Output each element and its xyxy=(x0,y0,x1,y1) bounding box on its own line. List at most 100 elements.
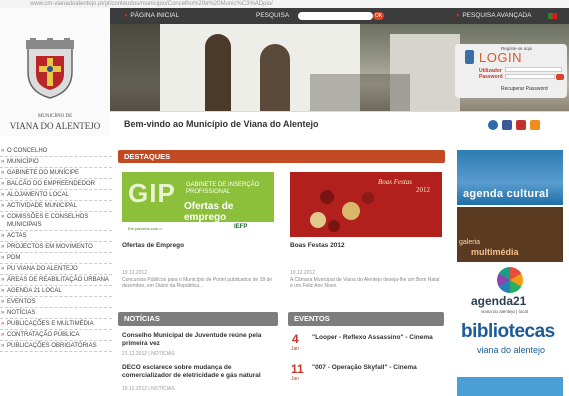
sidebar-item-label: BALCÃO DO EMPREENDEDOR xyxy=(7,181,96,187)
bullet-arrow-icon: » xyxy=(1,288,5,294)
agenda-cultural-banner[interactable]: agenda cultural xyxy=(457,150,563,205)
sidebar-item[interactable]: » PDM xyxy=(0,253,112,264)
sidebar-item-label: ACTAS xyxy=(7,233,27,239)
news-item-title[interactable]: DECO esclarece sobre mudança de comercia… xyxy=(122,364,282,380)
sidebar-item[interactable]: » ACTIVIDADE MUNICIPAL xyxy=(0,201,112,212)
sidebar-item[interactable]: » NOTÍCIAS xyxy=(0,308,112,319)
bullet-arrow-icon: » xyxy=(1,159,5,165)
login-submit-button[interactable] xyxy=(556,74,564,80)
bullet-arrow-icon: » xyxy=(1,299,5,305)
agenda21-label: agenda21 xyxy=(471,294,527,308)
news-item-title[interactable]: Conselho Municipal de Juventude reúne pe… xyxy=(122,332,282,348)
sidebar-item-label: COMISSÕES E CONSELHOS MUNICIPAIS xyxy=(7,214,89,228)
arrow-icon: » xyxy=(456,13,460,19)
home-link[interactable]: » PÁGINA INICIAL xyxy=(124,12,179,19)
sidebar-item-label: MUNICÍPIO xyxy=(7,159,39,165)
boas-festas-image[interactable]: Boas Festas 2012 xyxy=(290,172,442,237)
password-label: Password xyxy=(479,74,503,80)
password-field[interactable] xyxy=(505,74,555,79)
sidebar-item[interactable]: » EVENTOS xyxy=(0,297,112,308)
sidebar-item-label: ALOJAMENTO LOCAL xyxy=(7,192,69,198)
rss-icon[interactable] xyxy=(530,120,540,130)
destaques-heading: DESTAQUES xyxy=(118,150,445,163)
sidebar-item[interactable]: » PUBLICAÇÕES E MULTIMÉDIA xyxy=(0,319,112,330)
bullet-arrow-icon: » xyxy=(1,214,5,220)
sidebar-item-label: EVENTOS xyxy=(7,299,36,305)
agenda21-banner[interactable]: agenda21 viana do alentejo | local xyxy=(457,264,563,319)
advanced-search-label: PESQUISA AVANÇADA xyxy=(462,12,532,19)
logo-town-name: VIANA DO ALENTEJO xyxy=(9,121,101,131)
sidebar-item[interactable]: » GABINETE DO MUNÍCIPE xyxy=(0,168,112,179)
bibliotecas-banner[interactable]: bibliotecas viana do alentejo xyxy=(457,321,563,376)
username-field[interactable] xyxy=(505,67,562,72)
facebook-icon[interactable] xyxy=(502,120,512,130)
event-month: Jan xyxy=(291,346,300,352)
card-title-festas[interactable]: Boas Festas 2012 xyxy=(290,242,345,249)
sidebar-item-label: PU VIANA DO ALENTEJO xyxy=(7,266,78,272)
sidebar-item[interactable]: » O CONCELHO xyxy=(0,146,112,157)
gip-job-offers-image[interactable]: GIP GABINETE DE INSERÇÃO PROFISSIONAL Of… xyxy=(122,172,274,237)
sidebar-item-label: PROJECTOS EM MOVIMENTO xyxy=(7,244,93,250)
bullet-arrow-icon: » xyxy=(1,148,5,154)
sidebar-item[interactable]: » CONTRATAÇÃO PÚBLICA xyxy=(0,330,112,341)
share-icon[interactable] xyxy=(488,120,498,130)
search-input[interactable] xyxy=(298,12,373,20)
gip-subtitle: GABINETE DE INSERÇÃO PROFISSIONAL xyxy=(186,182,260,195)
event-title[interactable]: "007 - Operação Skyfall" - Cinema xyxy=(312,364,442,372)
sidebar-item-label: GABINETE DO MUNÍCIPE xyxy=(7,170,80,176)
sidebar-item-label: AGENDA 21 LOCAL xyxy=(7,288,62,294)
bullet-arrow-icon: » xyxy=(1,255,5,261)
sidebar-item-label: ÁREAS DE REABILITAÇÃO URBANA xyxy=(7,277,109,283)
bullet-arrow-icon: » xyxy=(1,321,5,327)
iefp-logo: IEFP xyxy=(234,224,248,230)
bullet-arrow-icon: » xyxy=(1,181,5,187)
advanced-search-link[interactable]: » PESQUISA AVANÇADA xyxy=(456,12,531,19)
bullet-arrow-icon: » xyxy=(1,277,5,283)
gip-partner-strip: Em parceria com o IEFP xyxy=(122,222,274,237)
card-date-jobs: 19.12.2012 xyxy=(122,270,148,276)
bullet-arrow-icon: » xyxy=(1,310,5,316)
galeria-multimedia-banner[interactable]: galeria multimédia xyxy=(457,207,563,262)
welcome-text: Bem-vindo ao Município de Viana do Alent… xyxy=(124,119,319,129)
gip-offer-text: Ofertas de emprego xyxy=(184,201,234,223)
gip-partner-label: Em parceria com o xyxy=(128,226,162,231)
bullet-arrow-icon: » xyxy=(1,233,5,239)
card-title-jobs[interactable]: Ofertas de Emprego xyxy=(122,242,184,249)
sidebar-item[interactable]: » AGENDA 21 LOCAL xyxy=(0,286,112,297)
recover-password-link[interactable]: Recuperar Password xyxy=(501,86,548,92)
home-link-label: PÁGINA INICIAL xyxy=(130,12,180,19)
sidebar-item-label: ACTIVIDADE MUNICIPAL xyxy=(7,203,77,209)
logo-municipio-label: MUNICÍPIO DE xyxy=(37,114,73,119)
sidebar-item[interactable]: » PROJECTOS EM MOVIMENTO xyxy=(0,242,112,253)
sidebar-item[interactable]: » ALOJAMENTO LOCAL xyxy=(0,190,112,201)
search-go-button[interactable]: OK xyxy=(373,12,384,20)
agenda21-sublabel: viana do alentejo | local xyxy=(481,309,528,314)
sidebar-item[interactable]: » PU VIANA DO ALENTEJO xyxy=(0,264,112,275)
youtube-icon[interactable] xyxy=(516,120,526,130)
noticias-heading: NOTÍCIAS xyxy=(118,312,278,326)
agenda21-logo-icon xyxy=(497,267,523,293)
sidebar-item[interactable]: » ACTAS xyxy=(0,231,112,242)
bullet-arrow-icon: » xyxy=(1,332,5,338)
event-title[interactable]: "Looper - Reflexo Assassino" - Cinema xyxy=(312,334,442,342)
event-day: 4 xyxy=(292,332,299,346)
extra-banner[interactable] xyxy=(457,377,563,396)
welcome-bar: Bem-vindo ao Município de Viana do Alent… xyxy=(110,111,569,136)
portugal-flag-icon[interactable] xyxy=(548,13,557,19)
sidebar-item[interactable]: » MUNICÍPIO xyxy=(0,157,112,168)
logo-area[interactable]: MUNICÍPIO DE VIANA DO ALENTEJO xyxy=(0,8,110,136)
sidebar-menu: » O CONCELHO» MUNICÍPIO» GABINETE DO MUNÍCI… xyxy=(0,146,112,352)
card-text-jobs: Concursos Públicos para o Município de P… xyxy=(122,277,273,290)
sidebar-item-label: NOTÍCIAS xyxy=(7,310,36,316)
boas-festas-image-title: Boas Festas xyxy=(378,178,413,186)
sidebar-item[interactable]: » BALCÃO DO EMPREENDEDOR xyxy=(0,179,112,190)
agenda-cultural-label: agenda cultural xyxy=(463,188,549,200)
bibliotecas-label: bibliotecas xyxy=(461,321,555,342)
login-door-icon xyxy=(465,50,474,64)
bullet-arrow-icon: » xyxy=(1,203,5,209)
sidebar-item[interactable]: » PUBLICAÇÕES OBRIGATÓRIAS xyxy=(0,341,112,352)
sidebar-item[interactable]: » ÁREAS DE REABILITAÇÃO URBANA xyxy=(0,275,112,286)
sidebar-item[interactable]: » COMISSÕES E CONSELHOS MUNICIPAIS xyxy=(0,212,112,231)
bullet-arrow-icon: » xyxy=(1,192,5,198)
browser-url-strip: www.cm-vianadoalentejo.pt/pt/conteudos/m… xyxy=(0,0,569,8)
